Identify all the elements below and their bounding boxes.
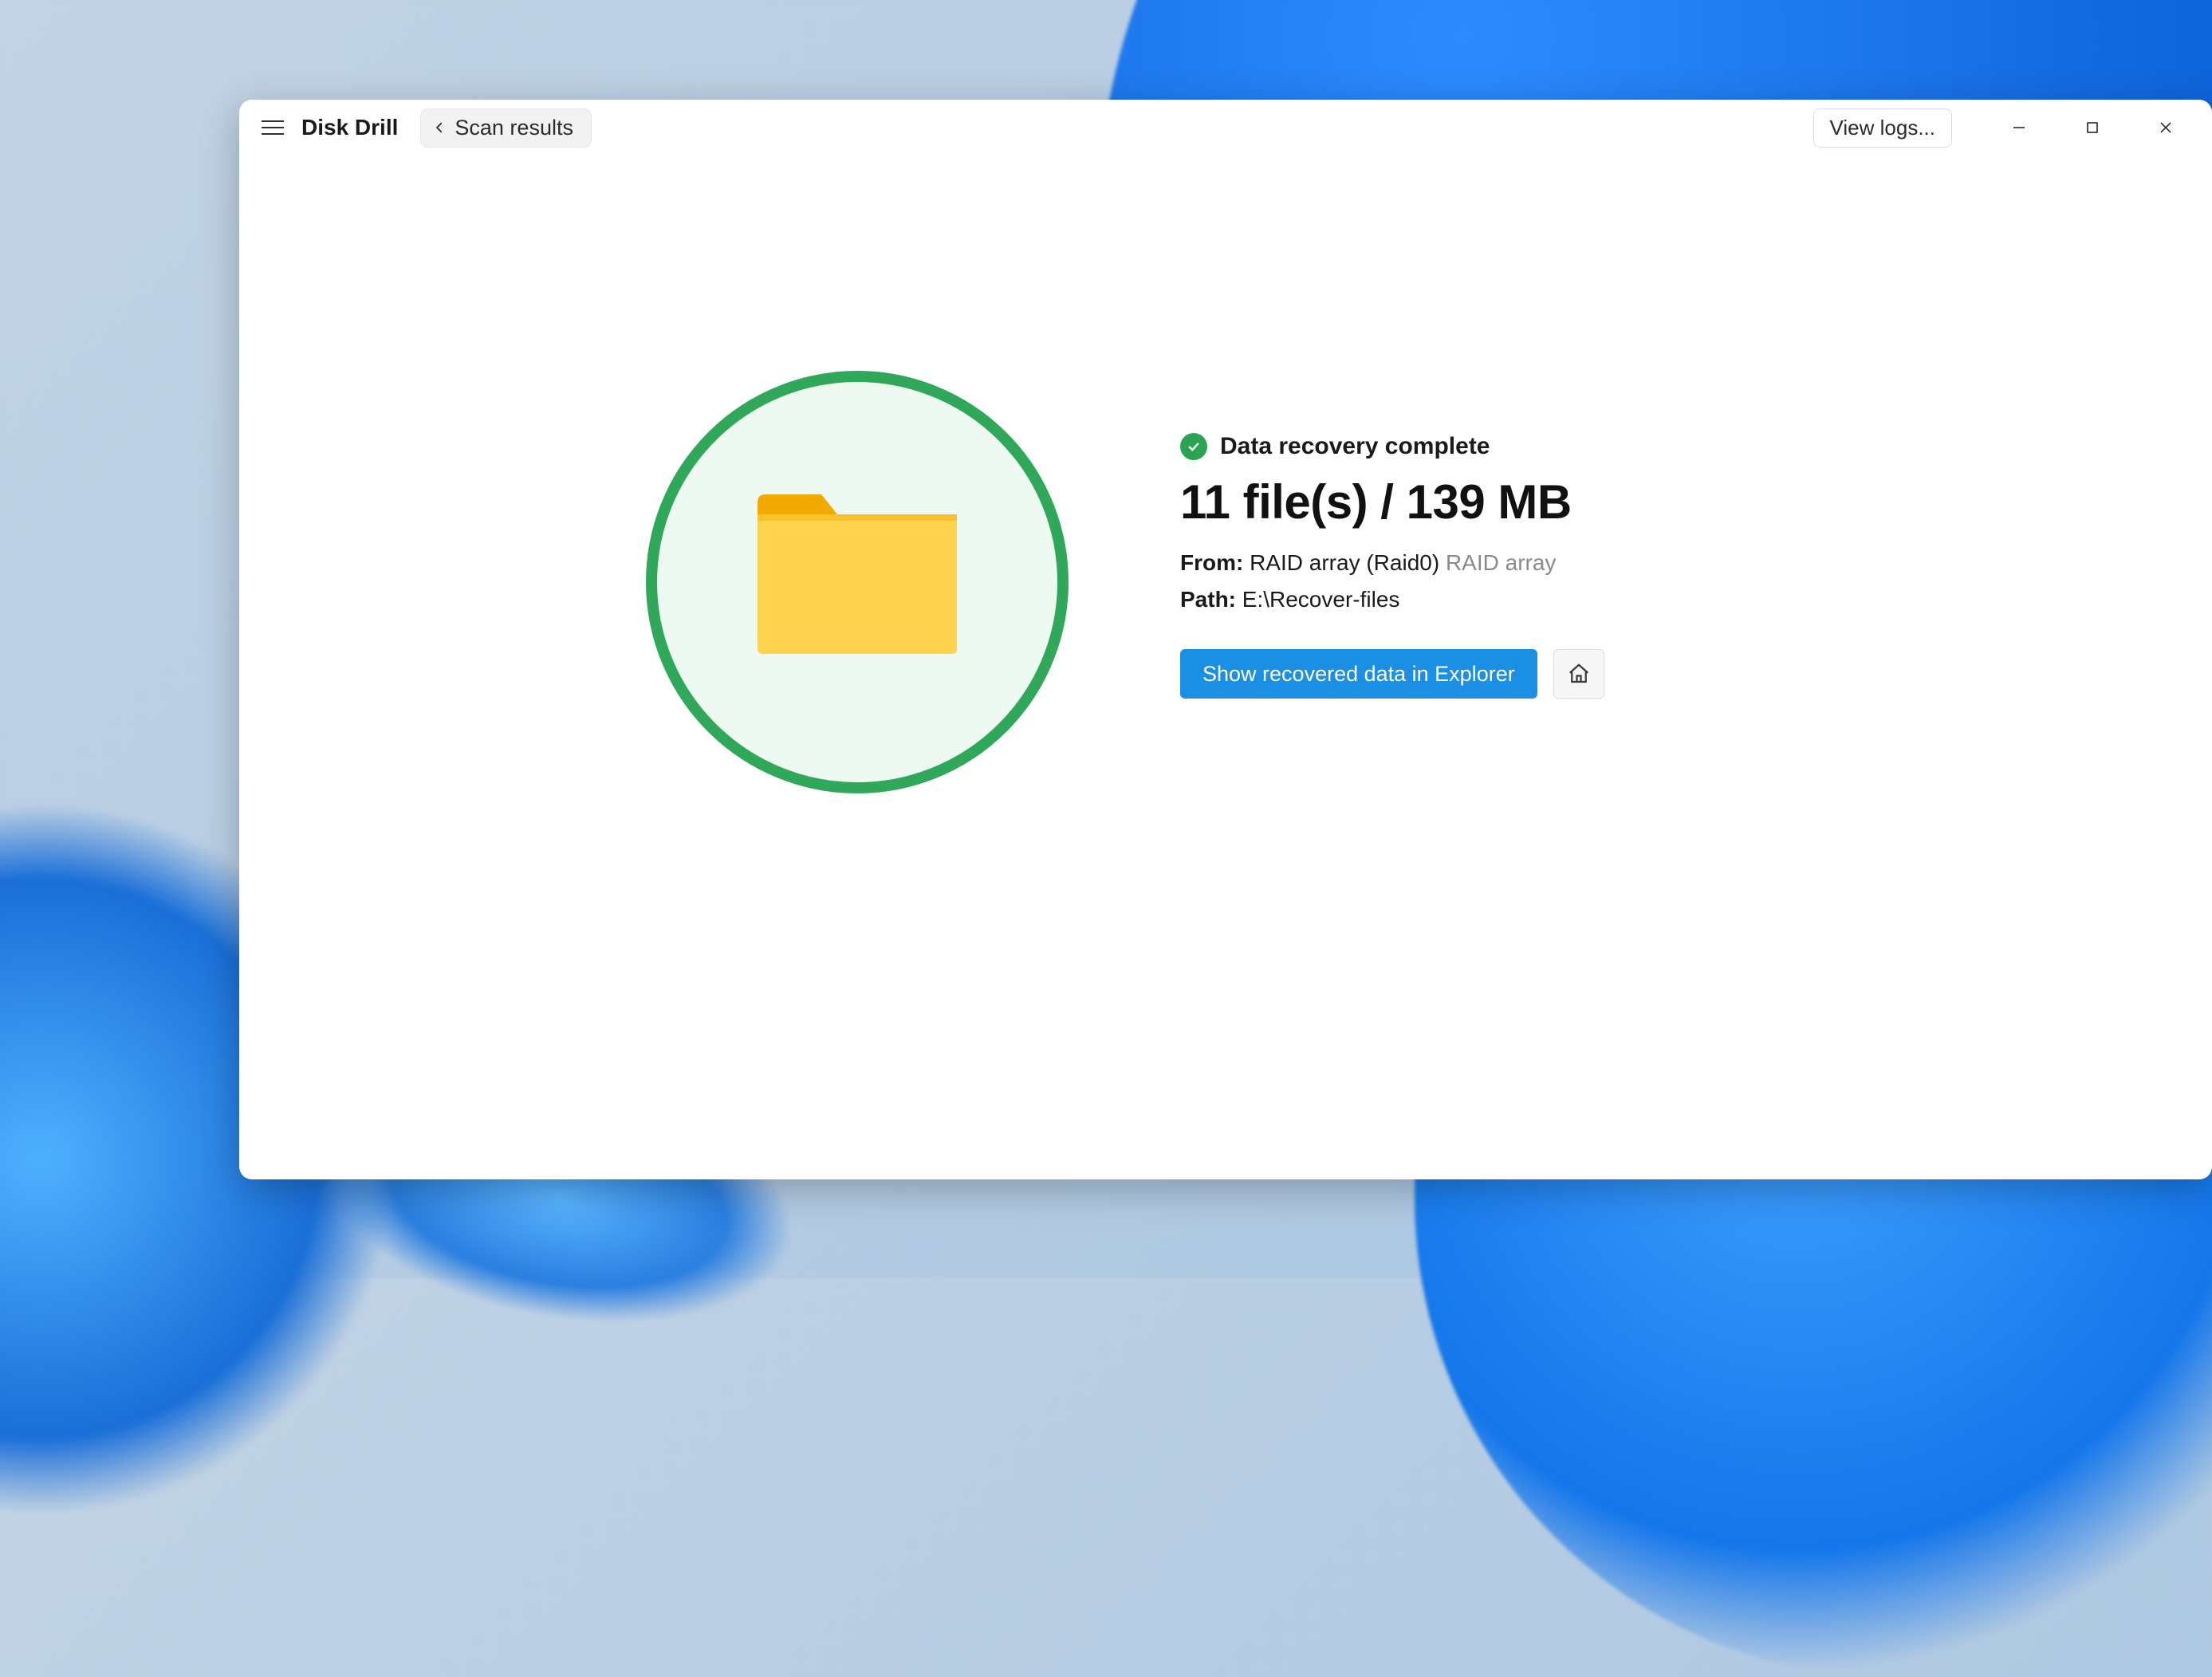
- folder-icon: [750, 494, 965, 670]
- home-icon: [1567, 662, 1591, 686]
- success-folder-badge: [646, 371, 1069, 793]
- chevron-left-icon: [432, 120, 447, 135]
- minimize-button[interactable]: [1982, 104, 2056, 152]
- app-window: Disk Drill Scan results View logs...: [239, 100, 2212, 1179]
- back-label: Scan results: [455, 116, 573, 140]
- back-scan-results-button[interactable]: Scan results: [420, 108, 592, 148]
- view-logs-button[interactable]: View logs...: [1813, 108, 1952, 148]
- titlebar: Disk Drill Scan results View logs...: [239, 100, 2212, 155]
- from-label: From:: [1180, 550, 1243, 575]
- window-controls: [1982, 104, 2202, 152]
- show-in-explorer-button[interactable]: Show recovered data in Explorer: [1180, 649, 1537, 699]
- path-label: Path:: [1180, 587, 1236, 612]
- app-title: Disk Drill: [301, 115, 398, 140]
- maximize-button[interactable]: [2056, 104, 2129, 152]
- menu-button[interactable]: [258, 113, 287, 142]
- recovery-summary: 11 file(s) / 139 MB: [1180, 474, 1604, 529]
- recovery-details: Data recovery complete 11 file(s) / 139 …: [1180, 371, 1604, 699]
- path-row: Path: E:\Recover-files: [1180, 587, 1604, 612]
- path-value: E:\Recover-files: [1242, 587, 1400, 612]
- home-button[interactable]: [1553, 649, 1604, 699]
- check-icon: [1180, 433, 1207, 460]
- content-area: Data recovery complete 11 file(s) / 139 …: [239, 155, 2212, 1179]
- from-row: From: RAID array (Raid0) RAID array: [1180, 550, 1604, 576]
- from-value: RAID array (Raid0): [1250, 550, 1439, 575]
- close-button[interactable]: [2129, 104, 2202, 152]
- from-secondary: RAID array: [1446, 550, 1556, 575]
- status-text: Data recovery complete: [1220, 433, 1490, 460]
